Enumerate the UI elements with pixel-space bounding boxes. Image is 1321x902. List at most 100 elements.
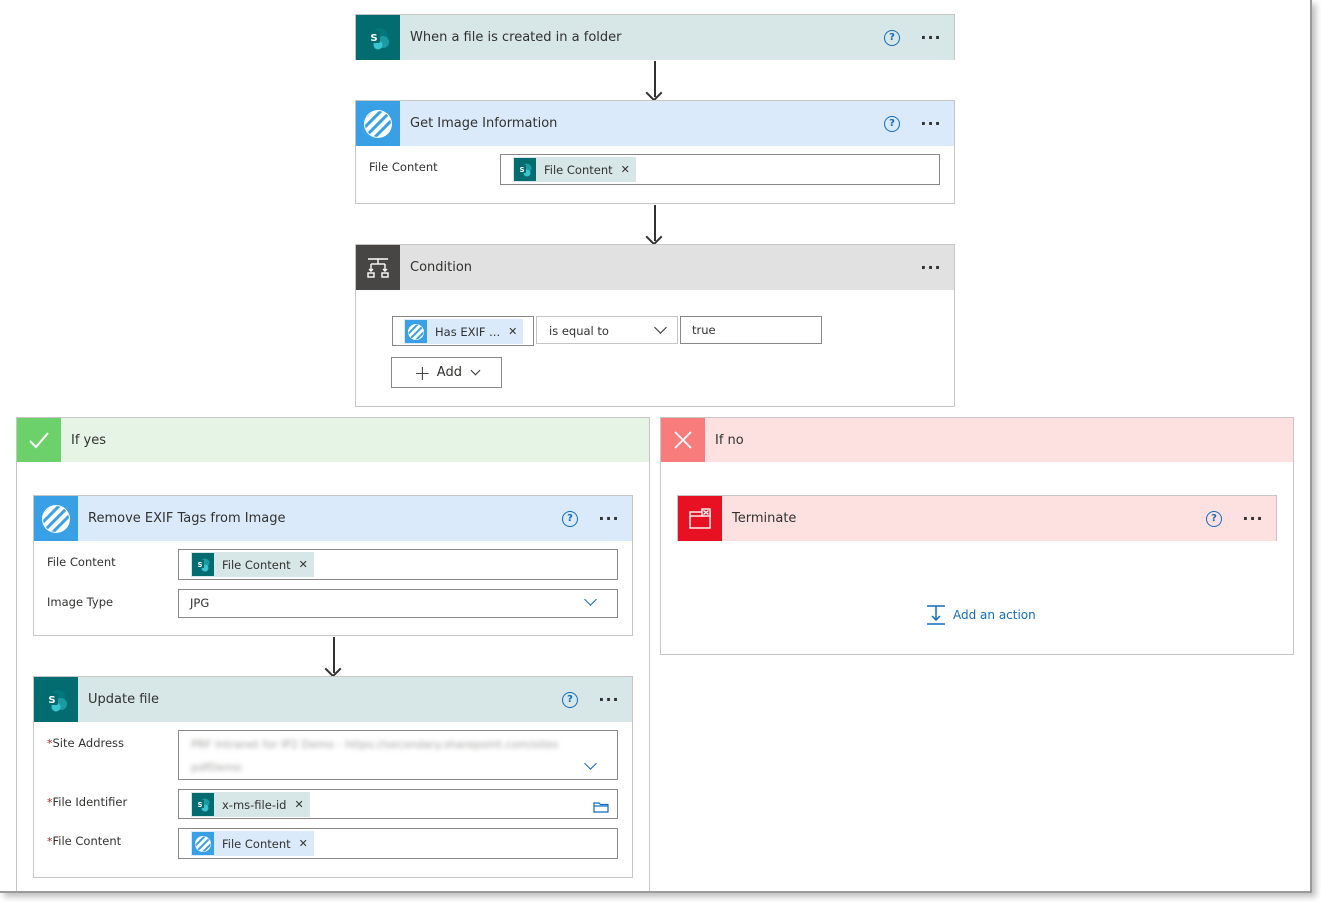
operator-value: is equal to <box>549 324 609 338</box>
site-address-select[interactable]: PRF Intranet for IP2 Demo - https://seco… <box>178 730 618 780</box>
terminate-header[interactable]: Terminate ? ··· <box>678 496 1276 541</box>
check-icon <box>17 418 61 462</box>
trigger-title: When a file is created in a folder <box>410 30 622 45</box>
flow-arrow <box>654 205 656 241</box>
remove-token-icon[interactable]: ✕ <box>508 325 517 338</box>
chevron-down-icon <box>584 593 597 606</box>
get-image-info-title: Get Image Information <box>410 116 558 131</box>
condition-icon <box>356 245 400 290</box>
site-address-value-line2: pdfDemo <box>191 761 242 774</box>
condition-value: true <box>692 323 716 337</box>
file-content-field[interactable]: S File Content ✕ <box>178 549 618 580</box>
help-icon[interactable]: ? <box>1206 510 1222 527</box>
get-image-info-header[interactable]: Get Image Information ? ··· <box>356 101 954 146</box>
has-exif-token[interactable]: Has EXIF ... ✕ <box>404 319 524 344</box>
if-no-branch: If no Terminate ? ··· Add an action <box>660 417 1294 655</box>
help-icon[interactable]: ? <box>562 510 578 527</box>
plumsail-stripes-icon <box>34 496 78 541</box>
sharepoint-icon: S <box>514 158 536 181</box>
add-condition-button[interactable]: + Add <box>391 357 502 388</box>
sharepoint-icon: S <box>34 677 78 722</box>
if-yes-title: If yes <box>71 432 107 448</box>
file-content-label: File Content <box>47 555 116 569</box>
site-address-value-line1: PRF Intranet for IP2 Demo - https://seco… <box>191 738 559 751</box>
file-content-field[interactable]: File Content ✕ <box>178 828 618 859</box>
if-no-header[interactable]: If no <box>661 418 1293 462</box>
file-content-field[interactable]: S File Content ✕ <box>500 154 940 185</box>
update-file-header[interactable]: S Update file ? ··· <box>34 677 632 722</box>
sharepoint-icon: S <box>192 793 214 816</box>
file-content-token[interactable]: File Content ✕ <box>191 831 314 856</box>
condition-right-operand[interactable]: true <box>680 316 822 344</box>
file-identifier-label-text: File Identifier <box>52 795 128 809</box>
plumsail-stripes-icon <box>356 101 400 146</box>
update-file-card[interactable]: S Update file ? ··· *Site Address PRF In… <box>33 676 633 878</box>
folder-icon[interactable] <box>593 798 609 817</box>
token-label: File Content <box>544 162 613 177</box>
remove-token-icon[interactable]: ✕ <box>299 837 308 850</box>
remove-token-icon[interactable]: ✕ <box>299 558 308 571</box>
more-options-icon[interactable]: ··· <box>918 115 944 132</box>
image-type-select[interactable]: JPG <box>178 589 618 618</box>
condition-left-operand[interactable]: Has EXIF ... ✕ <box>392 316 534 346</box>
if-yes-header[interactable]: If yes <box>17 418 649 462</box>
chevron-down-icon <box>470 365 481 376</box>
file-content-label: *File Content <box>47 834 121 848</box>
svg-text:S: S <box>48 695 55 706</box>
add-an-action-button[interactable]: Add an action <box>925 604 1036 626</box>
file-identifier-label: *File Identifier <box>47 795 127 809</box>
file-content-label: File Content <box>369 160 438 174</box>
help-icon[interactable]: ? <box>884 29 900 46</box>
file-content-token[interactable]: S File Content ✕ <box>191 552 314 577</box>
more-options-icon[interactable]: ··· <box>918 29 944 46</box>
add-button-label: Add <box>436 365 462 380</box>
condition-operator-select[interactable]: is equal to <box>536 316 678 344</box>
chevron-down-icon <box>654 321 667 334</box>
add-action-icon <box>925 604 947 626</box>
more-options-icon[interactable]: ··· <box>918 259 944 276</box>
condition-header[interactable]: Condition ··· <box>356 245 954 290</box>
plumsail-stripes-icon <box>405 320 427 343</box>
help-icon[interactable]: ? <box>884 115 900 132</box>
more-options-icon[interactable]: ··· <box>1240 510 1266 527</box>
more-options-icon[interactable]: ··· <box>596 691 622 708</box>
condition-card[interactable]: Condition ··· Has EXIF ... ✕ is equal to… <box>355 244 955 407</box>
flow-arrow <box>333 637 335 673</box>
file-content-label-text: File Content <box>52 834 122 848</box>
more-options-icon[interactable]: ··· <box>596 510 622 527</box>
svg-text:S: S <box>370 33 377 44</box>
close-icon <box>661 418 705 462</box>
get-image-info-card[interactable]: Get Image Information ? ··· File Content… <box>355 100 955 204</box>
remove-token-icon[interactable]: ✕ <box>621 163 630 176</box>
remove-exif-title: Remove EXIF Tags from Image <box>88 511 286 526</box>
plumsail-stripes-icon <box>192 832 214 855</box>
sharepoint-icon: S <box>192 553 214 576</box>
svg-text:S: S <box>519 166 524 174</box>
site-address-label-text: Site Address <box>52 736 125 750</box>
file-identifier-field[interactable]: S x-ms-file-id ✕ <box>178 789 618 819</box>
token-label: Has EXIF ... <box>435 324 501 339</box>
terminate-icon <box>678 496 722 541</box>
token-label: x-ms-file-id <box>222 797 287 812</box>
site-address-label: *Site Address <box>47 736 124 750</box>
terminate-card[interactable]: Terminate ? ··· <box>677 495 1277 541</box>
terminate-title: Terminate <box>732 511 797 526</box>
token-label: File Content <box>222 557 291 572</box>
token-label: File Content <box>222 836 291 851</box>
trigger-card[interactable]: S When a file is created in a folder ? ·… <box>355 14 955 60</box>
svg-text:S: S <box>197 801 202 809</box>
file-identifier-token[interactable]: S x-ms-file-id ✕ <box>191 792 310 817</box>
sharepoint-icon: S <box>356 15 400 60</box>
if-no-title: If no <box>715 432 744 448</box>
remove-exif-card[interactable]: Remove EXIF Tags from Image ? ··· File C… <box>33 495 633 636</box>
plus-icon: + <box>414 360 431 385</box>
remove-token-icon[interactable]: ✕ <box>294 798 303 811</box>
help-icon[interactable]: ? <box>562 691 578 708</box>
trigger-header[interactable]: S When a file is created in a folder ? ·… <box>356 15 954 60</box>
remove-exif-header[interactable]: Remove EXIF Tags from Image ? ··· <box>34 496 632 541</box>
file-content-token[interactable]: S File Content ✕ <box>513 157 636 182</box>
if-yes-branch: If yes Remove EXIF Tags from Image ? ··· <box>16 417 650 891</box>
update-file-title: Update file <box>88 692 160 707</box>
flow-canvas: S When a file is created in a folder ? ·… <box>0 0 1312 893</box>
add-action-label: Add an action <box>953 608 1036 622</box>
